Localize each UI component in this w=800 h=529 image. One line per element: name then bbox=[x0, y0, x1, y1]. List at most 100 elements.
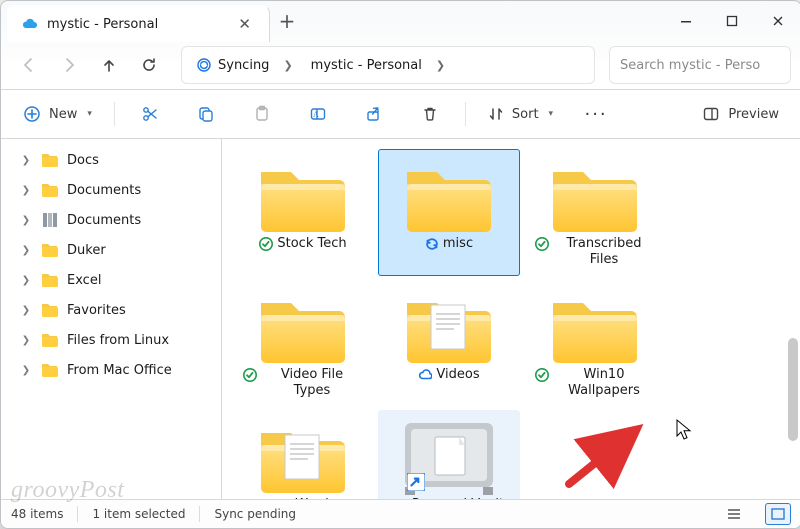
svg-text:A: A bbox=[313, 110, 319, 119]
breadcrumb-current[interactable]: mystic - Personal ❯ bbox=[303, 47, 453, 83]
preview-button-label: Preview bbox=[728, 107, 779, 122]
chevron-right-icon[interactable]: ❯ bbox=[19, 245, 33, 256]
tree-item[interactable]: ❯ Duker bbox=[3, 235, 219, 265]
share-icon bbox=[365, 105, 383, 123]
file-explorer-window: mystic - Personal ✕ + Syncing ❯ mystic -… bbox=[0, 0, 800, 529]
address-bar[interactable]: Syncing ❯ mystic - Personal ❯ bbox=[181, 46, 595, 84]
more-icon: ··· bbox=[584, 104, 607, 125]
chevron-right-icon[interactable]: ❯ bbox=[283, 59, 292, 72]
folder-item[interactable]: Videos bbox=[378, 280, 520, 407]
tree-item[interactable]: ❯Excel bbox=[3, 265, 219, 295]
thumbnails-view-button[interactable] bbox=[765, 503, 791, 525]
item-thumbnail bbox=[401, 158, 497, 230]
synced-status-icon bbox=[259, 237, 273, 251]
rename-icon: A bbox=[309, 105, 327, 123]
folder-icon bbox=[41, 361, 59, 379]
chevron-right-icon[interactable]: ❯ bbox=[19, 365, 33, 376]
back-button[interactable] bbox=[11, 47, 47, 83]
folder-icon bbox=[41, 151, 59, 169]
tree-item-label: Documents bbox=[67, 213, 141, 228]
folder-item[interactable]: Video File Types bbox=[232, 280, 374, 407]
copy-button[interactable] bbox=[181, 97, 231, 131]
folder-icon bbox=[41, 301, 59, 319]
tree-item[interactable]: ❯ Files from Linux bbox=[3, 325, 219, 355]
item-thumbnail bbox=[255, 158, 351, 230]
tab-title: mystic - Personal bbox=[47, 17, 158, 32]
synced-status-icon bbox=[535, 237, 549, 251]
onedrive-icon bbox=[21, 15, 39, 33]
item-thumbnail bbox=[547, 289, 643, 361]
delete-button[interactable] bbox=[405, 97, 455, 131]
tree-item[interactable]: ❯ Documents bbox=[3, 205, 219, 235]
synced-status-icon bbox=[243, 368, 257, 382]
cut-button[interactable] bbox=[125, 97, 175, 131]
tree-item-label: Duker bbox=[67, 243, 106, 258]
maximize-button[interactable] bbox=[709, 1, 755, 41]
chevron-right-icon[interactable]: ❯ bbox=[19, 185, 33, 196]
nav-row: Syncing ❯ mystic - Personal ❯ Search mys… bbox=[1, 41, 800, 90]
tree-item[interactable]: ❯Docs bbox=[3, 145, 219, 175]
tree-item[interactable]: ❯From Mac Office bbox=[3, 355, 219, 385]
overflow-button[interactable]: ··· bbox=[571, 97, 621, 131]
share-button[interactable] bbox=[349, 97, 399, 131]
chevron-right-icon[interactable]: ❯ bbox=[19, 335, 33, 346]
folder-item[interactable]: Stock Tech bbox=[232, 149, 374, 276]
new-button-label: New bbox=[49, 107, 77, 122]
body: ❯Docs❯Documents❯Documents❯Duker❯Excel❯Fa… bbox=[1, 139, 800, 502]
chevron-down-icon: ▾ bbox=[87, 109, 92, 119]
folder-icon bbox=[41, 331, 59, 349]
window-tab[interactable]: mystic - Personal ✕ bbox=[7, 5, 270, 42]
tree-item[interactable]: ❯Documents bbox=[3, 175, 219, 205]
folder-item[interactable]: misc bbox=[378, 149, 520, 276]
item-personal-vault[interactable]: Personal Vault bbox=[378, 410, 520, 502]
search-input[interactable]: Search mystic - Perso bbox=[609, 46, 791, 84]
separator bbox=[77, 506, 78, 522]
new-tab-button[interactable]: + bbox=[270, 1, 304, 41]
folder-item[interactable]: Word bbox=[232, 410, 374, 502]
item-label-row: Stock Tech bbox=[259, 236, 346, 268]
breadcrumb-syncing[interactable]: Syncing ❯ bbox=[188, 47, 301, 83]
item-label: misc bbox=[443, 236, 473, 252]
scrollbar-thumb[interactable] bbox=[788, 338, 798, 441]
trash-icon bbox=[421, 105, 439, 123]
item-label: Stock Tech bbox=[277, 236, 346, 252]
sort-button[interactable]: Sort ▾ bbox=[476, 97, 565, 131]
minimize-button[interactable] bbox=[663, 1, 709, 41]
folder-item[interactable]: Win10 Wallpapers bbox=[524, 280, 666, 407]
item-thumbnail bbox=[401, 419, 497, 491]
shortcut-badge-icon bbox=[407, 473, 425, 491]
refresh-button[interactable] bbox=[131, 47, 167, 83]
preview-pane-button[interactable]: Preview bbox=[690, 97, 791, 131]
details-view-button[interactable] bbox=[721, 503, 747, 525]
chevron-right-icon[interactable]: ❯ bbox=[19, 215, 33, 226]
item-thumbnail bbox=[401, 289, 497, 361]
scrollbar[interactable] bbox=[787, 149, 799, 492]
forward-button[interactable] bbox=[51, 47, 87, 83]
chevron-right-icon[interactable]: ❯ bbox=[19, 305, 33, 316]
search-placeholder: Search mystic - Perso bbox=[620, 58, 760, 73]
chevron-right-icon[interactable]: ❯ bbox=[436, 59, 445, 72]
folder-item[interactable]: Transcribed Files bbox=[524, 149, 666, 276]
paste-button[interactable] bbox=[237, 97, 287, 131]
syncing-status-icon bbox=[425, 237, 439, 251]
breadcrumb-label: Syncing bbox=[218, 58, 269, 73]
new-button[interactable]: New ▾ bbox=[11, 97, 104, 131]
folder-icon bbox=[41, 271, 59, 289]
up-button[interactable] bbox=[91, 47, 127, 83]
tree-item[interactable]: ❯ Favorites bbox=[3, 295, 219, 325]
status-sync: Sync pending bbox=[214, 507, 296, 521]
rename-button[interactable]: A bbox=[293, 97, 343, 131]
toolbar: New ▾ A Sort ▾ ··· Preview bbox=[1, 90, 800, 139]
copy-icon bbox=[197, 105, 215, 123]
nav-tree[interactable]: ❯Docs❯Documents❯Documents❯Duker❯Excel❯Fa… bbox=[1, 139, 222, 502]
close-button[interactable] bbox=[755, 1, 800, 41]
status-bar: 48 items 1 item selected Sync pending bbox=[1, 499, 800, 528]
tab-close-icon[interactable]: ✕ bbox=[238, 17, 251, 32]
content-pane[interactable]: Stock Tech misc Transcribed Files Video Fil… bbox=[222, 139, 800, 502]
chevron-right-icon[interactable]: ❯ bbox=[19, 155, 33, 166]
tree-item-label: Favorites bbox=[67, 303, 126, 318]
chevron-right-icon[interactable]: ❯ bbox=[19, 275, 33, 286]
tree-item-label: Files from Linux bbox=[67, 333, 169, 348]
item-label-row: Videos bbox=[418, 367, 479, 399]
clipboard-icon bbox=[253, 105, 271, 123]
